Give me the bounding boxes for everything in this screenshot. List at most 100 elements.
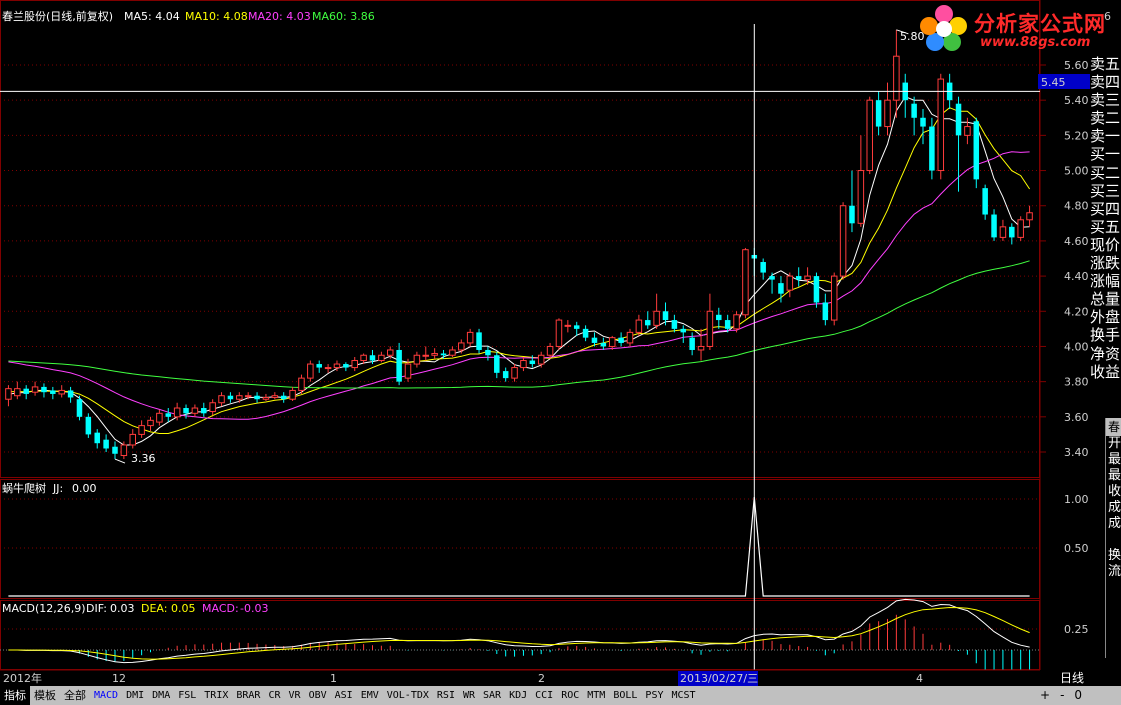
indicator-tab-mtm[interactable]: MTM xyxy=(583,690,609,701)
indicator-tab-rsi[interactable]: RSI xyxy=(433,690,459,701)
price-tick-label: 5.00 xyxy=(1064,165,1089,178)
candle-body-up xyxy=(271,395,279,398)
info-box: 春 开最最收成成 换流 xyxy=(1105,418,1121,658)
low-marker xyxy=(114,458,126,464)
indicator-tab-brar[interactable]: BRAR xyxy=(232,690,264,701)
candle-body-up xyxy=(244,395,252,398)
candle-body-down xyxy=(778,283,784,294)
indicator-tab-wr[interactable]: WR xyxy=(459,690,479,701)
candle-body-up xyxy=(884,99,891,128)
chart-canvas[interactable]: 春兰股份(日线,前复权) MA5: 4.04 MA10: 4.08 MA20: … xyxy=(0,0,1121,686)
candle-body-up xyxy=(733,314,740,330)
indicator-tab-mcst[interactable]: MCST xyxy=(667,690,699,701)
price-tick-label: 5.20 xyxy=(1064,129,1089,142)
candle-body-up xyxy=(742,249,749,316)
zoom-out-button[interactable]: - xyxy=(1060,688,1064,702)
info-box-line: 开 xyxy=(1108,436,1121,451)
quote-field-label: 买四 xyxy=(1090,199,1121,218)
info-box-line: 最 xyxy=(1108,468,1121,483)
price-tick-label: 4.00 xyxy=(1064,340,1089,353)
indicator-tab-fsl[interactable]: FSL xyxy=(174,690,200,701)
candle-body-down xyxy=(795,276,802,280)
indicator-tab-roc[interactable]: ROC xyxy=(557,690,583,701)
ma20-line xyxy=(8,151,1030,420)
ind1-tick-0.5: 0.50 xyxy=(1064,542,1089,555)
candle-body-up xyxy=(209,402,216,413)
indicator-tab-trix[interactable]: TRIX xyxy=(200,690,232,701)
quote-field-label: 净资 xyxy=(1090,344,1121,363)
candle-body-up xyxy=(289,389,296,400)
quote-field-label: 卖四 xyxy=(1090,73,1121,92)
candle-body-down xyxy=(849,205,855,224)
zoom-in-button[interactable]: + xyxy=(1040,688,1050,702)
candle-body-up xyxy=(120,444,128,457)
candle-body-down xyxy=(494,355,500,373)
quote-field-label: 总量 xyxy=(1090,290,1121,309)
candle-body-up xyxy=(804,275,811,281)
ma10-label: MA10: 4.08 xyxy=(185,10,248,23)
period-day-button[interactable]: 日线 xyxy=(1060,669,1084,686)
candle-body-down xyxy=(991,214,997,238)
site-logo: 分析家公式网 www.88gs.com xyxy=(918,2,1118,54)
candle-body-down xyxy=(920,117,926,127)
indicator-tab-boll[interactable]: BOLL xyxy=(609,690,641,701)
candle-body-up xyxy=(520,360,527,369)
indicator-tab-obv[interactable]: OBV xyxy=(305,690,331,701)
candle-body-down xyxy=(396,349,402,382)
candle-body-up xyxy=(147,419,154,427)
candle-body-up xyxy=(156,412,163,423)
candle-body-up xyxy=(893,55,900,101)
bottom-tab[interactable]: 模板 xyxy=(30,686,60,705)
indicator-tab-macd[interactable]: MACD xyxy=(90,690,122,701)
candle-body-down xyxy=(582,328,589,338)
macd-name: MACD(12,26,9) xyxy=(2,602,86,615)
candle-body-up xyxy=(608,337,616,347)
candle-body-down xyxy=(662,311,669,321)
ma20-label: MA20: 4.03 xyxy=(248,10,311,23)
price-tick-label: 4.80 xyxy=(1064,200,1089,213)
indicator-tab-sar[interactable]: SAR xyxy=(479,690,505,701)
bottom-tab[interactable]: 全部 xyxy=(60,686,90,705)
indicator-tab-emv[interactable]: EMV xyxy=(357,690,383,701)
candle-body-down xyxy=(280,395,287,400)
indicator-tab-cr[interactable]: CR xyxy=(264,690,284,701)
candle-body-up xyxy=(324,367,332,370)
indicator-tab-dma[interactable]: DMA xyxy=(148,690,174,701)
candle-body-up xyxy=(351,360,358,369)
macd-macd-label: MACD: xyxy=(202,602,239,615)
candle-body-up xyxy=(706,310,714,347)
candle-body-down xyxy=(671,320,678,329)
ma60-label: MA60: 3.86 xyxy=(312,10,375,23)
candle-body-up xyxy=(218,395,225,404)
price-tick-label: 3.80 xyxy=(1064,376,1089,389)
candle-body-up xyxy=(191,407,199,414)
indicator-tab-psy[interactable]: PSY xyxy=(641,690,667,701)
candle-body-up xyxy=(431,352,438,356)
candle-body-up xyxy=(386,349,394,356)
quote-field-label: 外盘 xyxy=(1090,308,1121,327)
candle-body-up xyxy=(404,363,412,379)
time-label-2: 2 xyxy=(538,672,545,685)
candle-body-up xyxy=(626,331,634,344)
time-label-2012: 2012年 xyxy=(3,671,42,685)
candle-body-up xyxy=(458,342,465,351)
indicator-tab-cci[interactable]: CCI xyxy=(531,690,557,701)
indicator-tab-vr[interactable]: VR xyxy=(285,690,305,701)
indicator-tab-vol-tdx[interactable]: VOL-TDX xyxy=(383,690,433,701)
candle-body-up xyxy=(129,433,137,446)
indicator-tab-kdj[interactable]: KDJ xyxy=(505,690,531,701)
zoom-controls: + - 0 xyxy=(1040,688,1082,702)
ma60-line xyxy=(8,260,1030,389)
candle-body-up xyxy=(360,354,367,362)
candle-body-down xyxy=(1009,226,1015,238)
zoom-reset-button[interactable]: 0 xyxy=(1074,688,1082,702)
candle-body-down xyxy=(41,386,47,393)
candle-body-up xyxy=(413,354,421,365)
candle-body-down xyxy=(600,342,607,347)
candle-body-down xyxy=(716,314,722,321)
candle-body-up xyxy=(236,395,243,400)
candle-body-down xyxy=(680,328,687,333)
indicator-tab-asi[interactable]: ASI xyxy=(331,690,357,701)
bottom-tab[interactable]: 指标 xyxy=(0,686,30,705)
indicator-tab-dmi[interactable]: DMI xyxy=(122,690,148,701)
